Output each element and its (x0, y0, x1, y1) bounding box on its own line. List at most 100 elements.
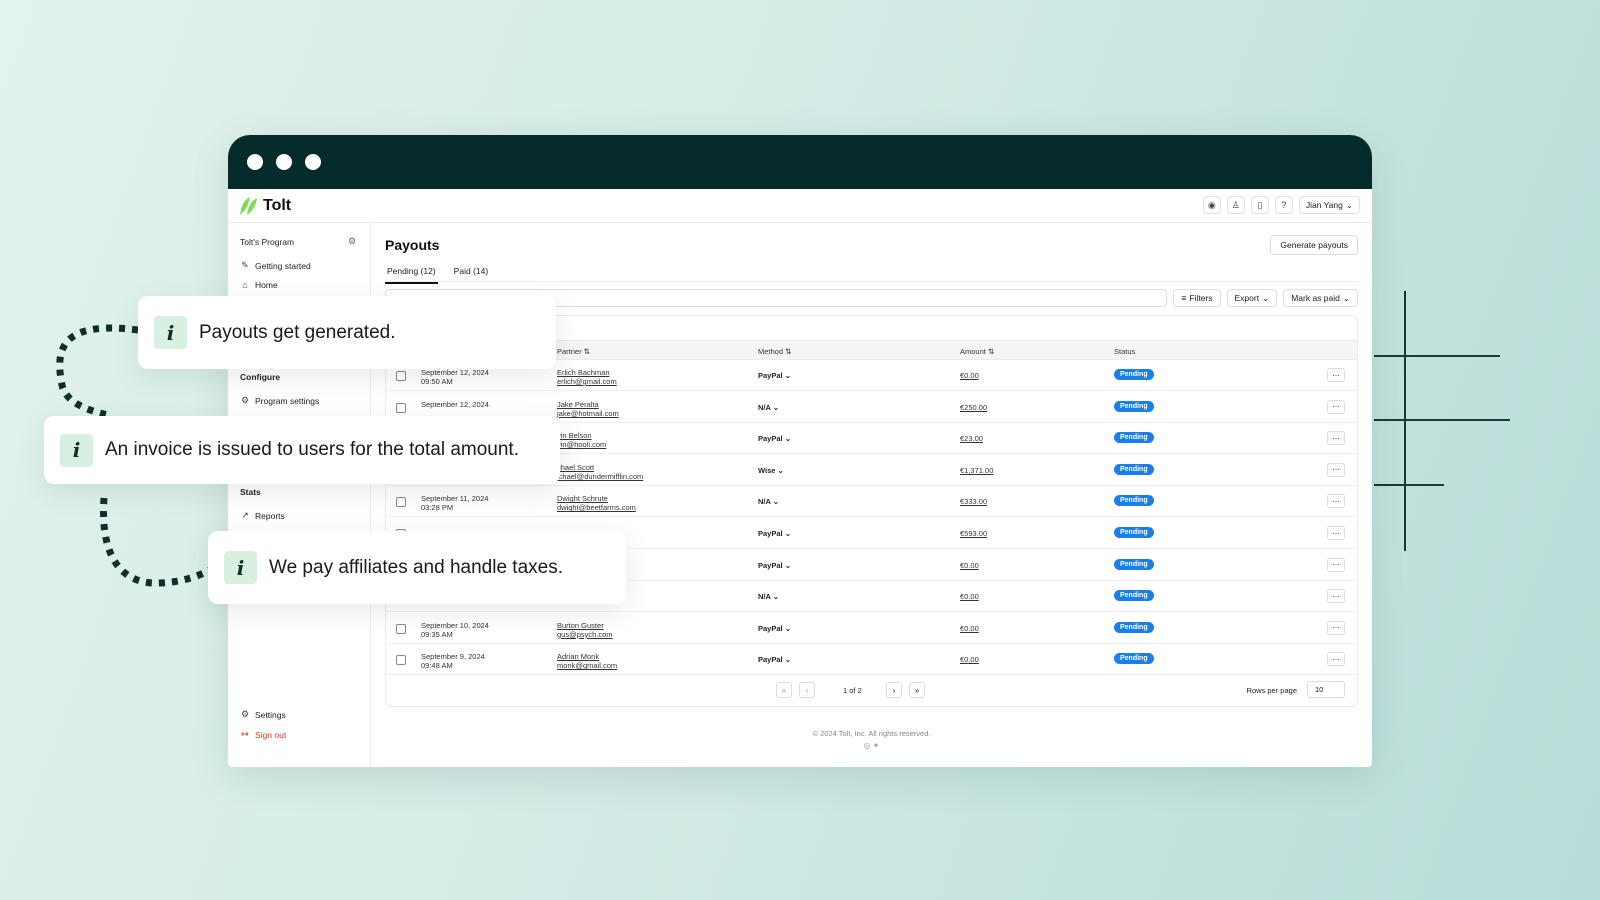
row-amount[interactable]: €23.00 (960, 434, 983, 443)
chevron-down-icon: ⌄ (784, 655, 791, 665)
row-partner[interactable]: vin Belson vin@hooli.com (557, 431, 606, 449)
row-method-select[interactable]: N/A ⌄ (758, 592, 779, 601)
more-actions-button[interactable]: ⋯ (1327, 368, 1345, 382)
sidebar-item-getting-started[interactable]: ✎ Getting started (240, 260, 311, 271)
header-partner[interactable]: Partner ⇅ (557, 347, 590, 356)
row-checkbox[interactable] (396, 402, 406, 413)
row-amount[interactable]: €593.00 (960, 529, 987, 538)
sign-out-icon: ↦ (241, 729, 249, 739)
row-partner[interactable]: Burton Guster gus@psych.com (557, 621, 613, 639)
date-text: September 12, 2024 (421, 368, 489, 377)
rocket-icon: ✎ (241, 260, 249, 270)
more-actions-button[interactable]: ⋯ (1327, 431, 1345, 446)
next-page-button[interactable]: › (886, 682, 902, 698)
time-text: 09:35 AM (421, 629, 453, 639)
header-method[interactable]: Method ⇅ (758, 347, 791, 356)
instagram-icon[interactable]: ◎ (864, 741, 871, 750)
sidebar-section-configure: Configure (240, 372, 281, 382)
partner-email: jake@hotmail.com (557, 408, 619, 418)
partner-name: Burton Guster (557, 620, 604, 630)
row-method-select[interactable]: PayPal ⌄ (758, 371, 791, 380)
sidebar-item-reports[interactable]: ↗ Reports (240, 510, 285, 521)
prev-page-button[interactable]: ‹ (799, 682, 815, 698)
header-amount[interactable]: Amount ⇅ (960, 347, 994, 356)
row-method-select[interactable]: Wise ⌄ (758, 466, 784, 475)
row-amount[interactable]: €333.00 (960, 497, 987, 506)
window-dot (305, 154, 321, 170)
status-badge: Pending (1114, 400, 1154, 412)
footer-copyright: © 2024 Tolt, Inc. All rights reserved. (812, 729, 931, 738)
row-method-select[interactable]: PayPal ⌄ (758, 624, 791, 633)
more-actions-button[interactable]: ⋯ (1327, 652, 1345, 667)
partner-name: Dwight Schrute (557, 494, 608, 504)
callout-text: Payouts get generated. (199, 321, 396, 343)
table-row[interactable]: September 10, 2024 09:35 AM Burton Guster g… (386, 613, 1357, 644)
more-actions-button[interactable]: ⋯ (1327, 526, 1345, 540)
generate-payouts-button[interactable]: Generate payouts (1270, 235, 1358, 255)
twitter-icon[interactable]: ✦ (873, 741, 880, 750)
tab-divider (385, 281, 1358, 282)
book-icon[interactable]: ▯ (1250, 196, 1269, 214)
sidebar-item-home[interactable]: ⌂ Home (240, 280, 278, 290)
chevron-down-icon: ⌄ (784, 623, 791, 633)
row-method-select[interactable]: PayPal ⌄ (758, 561, 791, 570)
callout-payouts-generated: i Payouts get generated. (138, 296, 556, 369)
row-amount[interactable]: €0.00 (960, 371, 979, 380)
last-page-button[interactable]: » (909, 682, 925, 698)
filters-button[interactable]: ≡ Filters (1173, 289, 1221, 307)
table-row[interactable]: September 9, 2024 09:48 AM Adrian Monk monk… (386, 644, 1357, 676)
row-checkbox[interactable] (396, 623, 406, 634)
chevron-down-icon: ⌄ (1345, 199, 1353, 210)
row-checkbox[interactable] (396, 371, 406, 381)
status-badge: Pending (1114, 621, 1154, 633)
row-checkbox[interactable] (396, 497, 406, 508)
mark-as-paid-button[interactable]: Mark as paid ⌄ (1283, 289, 1358, 307)
sidebar-item-sign-out[interactable]: ↦ Sign out (240, 729, 286, 740)
help-icon[interactable]: ? (1274, 196, 1293, 214)
row-amount[interactable]: €1,371.00 (960, 466, 993, 475)
rows-per-page-select[interactable]: 10 (1307, 681, 1345, 698)
row-checkbox[interactable] (396, 655, 406, 666)
row-amount[interactable]: €0.00 (960, 561, 979, 570)
partner-name: vin Belson (557, 431, 592, 441)
eye-icon[interactable]: ◉ (1202, 196, 1221, 214)
user-menu-button[interactable]: Jian Yang ⌄ (1298, 196, 1360, 214)
row-partner[interactable]: chael Scott ichael@dundermifflin.com (557, 463, 643, 481)
row-amount[interactable]: €0.00 (960, 624, 979, 633)
more-actions-button[interactable]: ⋯ (1327, 399, 1345, 414)
more-actions-button[interactable]: ⋯ (1327, 557, 1345, 572)
row-amount[interactable]: €250.00 (960, 403, 987, 412)
program-name[interactable]: Tolt's Program (240, 237, 294, 247)
export-button[interactable]: Export ⌄ (1226, 289, 1278, 307)
first-page-button[interactable]: « (776, 682, 792, 698)
user-icon[interactable]: ♙ (1226, 196, 1245, 214)
row-method-select[interactable]: PayPal ⌄ (758, 434, 791, 443)
more-actions-button[interactable]: ⋯ (1327, 494, 1345, 509)
tolt-logo[interactable]: Tolt (238, 196, 291, 216)
table-row[interactable]: September 11, 2024 03:28 PM Dwight Schrute… (386, 486, 1357, 518)
row-method-select[interactable]: PayPal ⌄ (758, 655, 791, 664)
row-amount[interactable]: €0.00 (960, 655, 979, 664)
row-method-select[interactable]: PayPal ⌄ (758, 529, 791, 538)
top-actions: ◉ ♙ ▯ ? Jian Yang ⌄ (1202, 196, 1360, 214)
row-method-select[interactable]: N/A ⌄ (758, 403, 779, 412)
row-partner[interactable]: Erlich Bachman erlich@gmail.com (557, 368, 617, 386)
row-partner[interactable]: Adrian Monk monk@gmail.com (557, 652, 617, 670)
more-actions-button[interactable]: ⋯ (1327, 589, 1345, 604)
sidebar-item-program-settings[interactable]: ⚙ Program settings (240, 395, 319, 406)
window-dot (247, 154, 263, 170)
row-partner[interactable]: Dwight Schrute dwight@beetfarms.com (557, 494, 636, 512)
status-badge: Pending (1114, 558, 1154, 570)
sidebar-item-settings[interactable]: ⚙ Settings (240, 709, 286, 720)
chevron-down-icon: ⌄ (784, 434, 791, 444)
row-amount[interactable]: €0.00 (960, 592, 979, 601)
row-method-select[interactable]: N/A ⌄ (758, 497, 779, 506)
status-badge: Pending (1114, 653, 1154, 665)
filters-label: Filters (1189, 293, 1213, 303)
more-actions-button[interactable]: ⋯ (1327, 462, 1345, 477)
sidebar-item-label: Home (255, 280, 278, 290)
more-actions-button[interactable]: ⋯ (1327, 620, 1345, 635)
sliders-icon[interactable]: ⚙ (348, 236, 356, 247)
row-partner[interactable]: Jake Peralta jake@hotmail.com (557, 400, 619, 418)
sidebar-item-label: Getting started (255, 260, 311, 271)
